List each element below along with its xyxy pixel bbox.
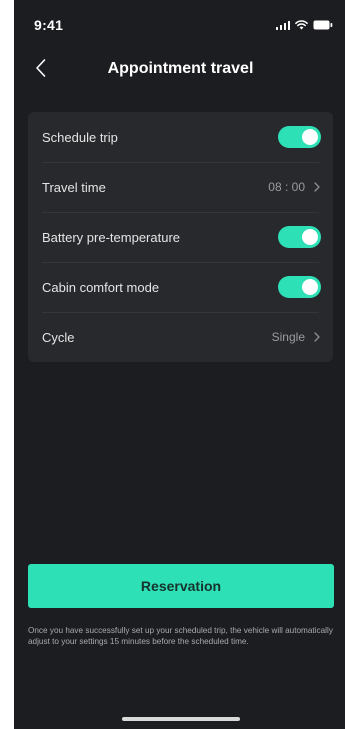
toggle-knob: [302, 229, 318, 245]
wifi-icon: [295, 20, 308, 30]
battery-pre-temperature-toggle[interactable]: [278, 226, 321, 248]
chevron-right-icon: [314, 182, 320, 192]
travel-time-row[interactable]: Travel time 08 : 00: [28, 162, 333, 212]
schedule-trip-row: Schedule trip: [28, 112, 333, 162]
reservation-button[interactable]: Reservation: [28, 564, 334, 608]
cycle-selector[interactable]: Single: [272, 330, 321, 344]
cycle-row[interactable]: Cycle Single: [28, 312, 333, 362]
travel-time-value: 08 : 00: [268, 180, 305, 194]
cabin-comfort-mode-label: Cabin comfort mode: [42, 279, 160, 295]
cycle-label: Cycle: [42, 329, 75, 345]
status-time: 9:41: [34, 17, 64, 33]
battery-icon: [313, 20, 333, 30]
cellular-signal-icon: [275, 21, 290, 30]
cabin-comfort-mode-row: Cabin comfort mode: [28, 262, 333, 312]
status-icons: [275, 20, 334, 30]
status-bar: 9:41: [14, 0, 345, 52]
chevron-right-icon: [314, 332, 320, 342]
battery-pre-temperature-row: Battery pre-temperature: [28, 212, 333, 262]
toggle-knob: [302, 129, 318, 145]
navigation-bar: Appointment travel: [14, 52, 345, 86]
travel-time-selector[interactable]: 08 : 00: [268, 180, 321, 194]
cycle-value: Single: [271, 330, 305, 344]
trip-settings-card: Schedule trip Travel time 08 : 00 Batter…: [28, 112, 333, 362]
toggle-knob: [302, 279, 318, 295]
schedule-trip-label: Schedule trip: [42, 129, 118, 145]
battery-pre-temperature-label: Battery pre-temperature: [42, 229, 181, 245]
schedule-trip-toggle[interactable]: [278, 126, 321, 148]
page-title: Appointment travel: [107, 60, 254, 77]
travel-time-label: Travel time: [42, 179, 106, 195]
cabin-comfort-mode-toggle[interactable]: [278, 276, 321, 298]
reservation-note: Once you have successfully set up your s…: [28, 626, 333, 646]
app-screen: 9:41 Appointment travel Schedule trip Tr…: [14, 0, 345, 729]
home-indicator: [122, 717, 240, 721]
